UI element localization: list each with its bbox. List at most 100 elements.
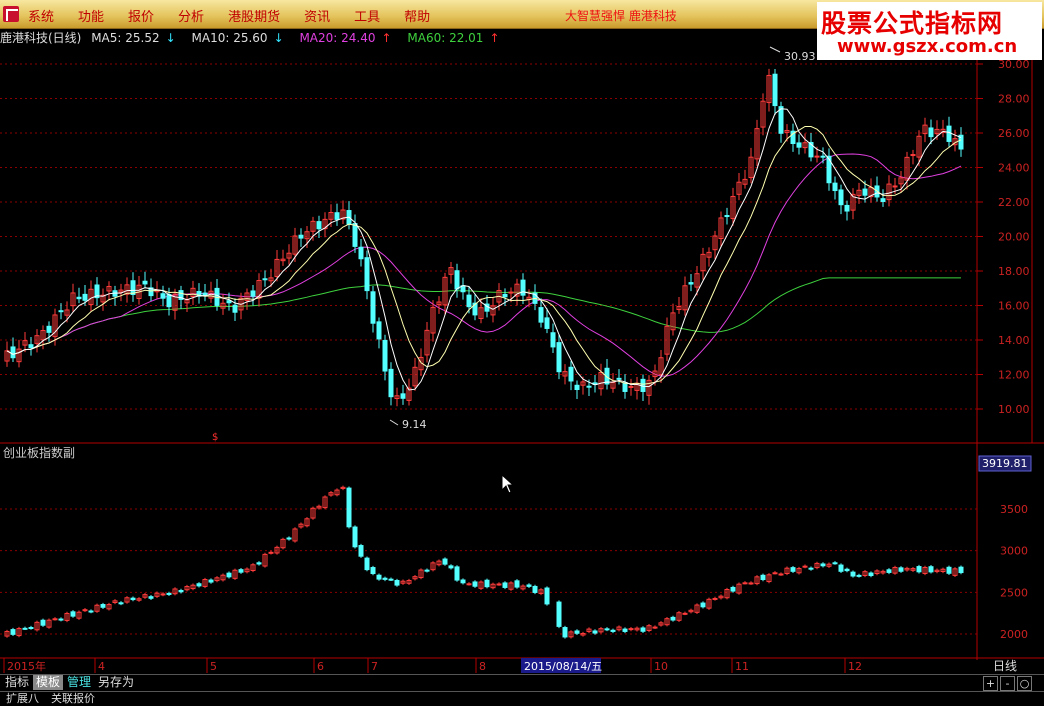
indicator-button[interactable]: 指标 bbox=[2, 675, 32, 690]
index-candle bbox=[844, 568, 850, 572]
bottom-toolbar bbox=[0, 674, 1044, 691]
index-candle bbox=[424, 569, 430, 572]
index-candle bbox=[460, 579, 466, 584]
banner-url: www.gszx.com.cn bbox=[837, 36, 1018, 57]
index-candle bbox=[562, 627, 568, 638]
index-candle bbox=[946, 566, 952, 574]
price-candle bbox=[166, 294, 172, 308]
index-candle bbox=[760, 574, 766, 581]
tab-related-quote[interactable]: 关联报价 bbox=[48, 691, 98, 706]
price-candle bbox=[946, 125, 952, 142]
time-axis-tick: 10 bbox=[654, 660, 668, 673]
index-candle bbox=[820, 563, 826, 567]
time-axis-tick: 7 bbox=[371, 660, 378, 673]
price-candle bbox=[724, 215, 730, 218]
template-button[interactable]: 模板 bbox=[33, 675, 64, 690]
index-candle bbox=[118, 602, 124, 605]
price-candle bbox=[820, 155, 826, 158]
price-axis-tick: 22.00 bbox=[998, 196, 1030, 209]
index-candle bbox=[382, 577, 388, 580]
index-candle bbox=[544, 587, 550, 605]
zoom-in-button[interactable]: + bbox=[983, 676, 998, 691]
price-candle bbox=[862, 188, 868, 196]
price-candle bbox=[586, 385, 592, 388]
ma20-line bbox=[6, 153, 962, 377]
price-candle bbox=[226, 300, 232, 304]
index-candle bbox=[928, 566, 934, 573]
index-candle bbox=[226, 572, 232, 578]
index-candle bbox=[640, 627, 646, 632]
price-candle bbox=[316, 221, 322, 230]
price-candle bbox=[796, 142, 802, 148]
watermark-banner: 股票公式指标网 www.gszx.com.cn bbox=[817, 2, 1042, 60]
price-candle bbox=[76, 296, 82, 300]
price-axis-tick: 16.00 bbox=[998, 300, 1030, 313]
manage-button[interactable]: 管理 bbox=[64, 675, 94, 690]
index-candle bbox=[514, 580, 520, 588]
index-candle bbox=[496, 583, 502, 586]
price-candle bbox=[388, 368, 394, 398]
index-candle bbox=[838, 564, 844, 572]
index-candle bbox=[40, 619, 46, 626]
index-candle bbox=[82, 609, 88, 612]
price-candle bbox=[232, 304, 238, 313]
reset-button[interactable]: ○ bbox=[1017, 676, 1032, 691]
price-candle bbox=[568, 366, 574, 382]
price-candle bbox=[10, 346, 16, 359]
index-candle bbox=[196, 583, 202, 587]
index-candle bbox=[376, 574, 382, 580]
price-axis-tick: 24.00 bbox=[998, 162, 1030, 175]
index-candle bbox=[346, 487, 352, 528]
price-candle bbox=[892, 185, 898, 188]
price-candle bbox=[574, 384, 580, 390]
sub-chart-title: 创业板指数副 bbox=[3, 446, 76, 460]
price-candle bbox=[28, 344, 34, 349]
dividend-marker-icon: $ bbox=[212, 432, 218, 443]
price-candle bbox=[262, 278, 268, 281]
index-candle bbox=[622, 628, 628, 632]
index-candle bbox=[526, 584, 532, 587]
index-candle bbox=[502, 582, 508, 588]
price-candle bbox=[298, 234, 304, 239]
price-candle bbox=[400, 393, 406, 399]
tab-extend[interactable]: 扩展八 bbox=[3, 691, 42, 706]
index-candle bbox=[748, 582, 754, 585]
index-candle bbox=[352, 526, 358, 548]
index-candle bbox=[70, 611, 76, 617]
price-candle bbox=[502, 293, 508, 298]
index-axis-tick: 2000 bbox=[1000, 628, 1028, 641]
banner-title: 股票公式指标网 bbox=[821, 9, 1004, 38]
index-candle bbox=[10, 629, 16, 635]
index-candle bbox=[856, 574, 862, 577]
time-axis-tick: 12 bbox=[848, 660, 862, 673]
index-candle bbox=[682, 612, 688, 615]
index-candle bbox=[790, 567, 796, 572]
time-axis-tick: 8 bbox=[479, 660, 486, 673]
index-axis-tick: 3500 bbox=[1000, 503, 1028, 516]
price-candle bbox=[910, 154, 916, 157]
zoom-out-button[interactable]: - bbox=[1000, 676, 1015, 691]
index-candle bbox=[448, 565, 454, 569]
index-candle bbox=[364, 557, 370, 571]
period-label[interactable]: 日线 bbox=[993, 659, 1017, 673]
index-candle bbox=[160, 593, 166, 596]
index-candle bbox=[808, 567, 814, 570]
price-candle bbox=[544, 317, 550, 329]
price-candle bbox=[58, 310, 64, 313]
save-as-button[interactable]: 另存为 bbox=[95, 675, 137, 690]
index-candle bbox=[772, 572, 778, 575]
index-candle bbox=[670, 616, 676, 621]
price-candle bbox=[334, 212, 340, 220]
index-candle bbox=[574, 630, 580, 634]
index-candle bbox=[886, 569, 892, 573]
index-candle bbox=[178, 589, 184, 593]
index-candle bbox=[28, 627, 34, 630]
candlestick-chart[interactable]: 30.0028.0026.0024.0022.0020.0018.0016.00… bbox=[0, 0, 1044, 705]
price-axis-tick: 10.00 bbox=[998, 403, 1030, 416]
index-candle bbox=[898, 567, 904, 572]
index-candle bbox=[868, 572, 874, 577]
price-candle bbox=[688, 282, 694, 285]
index-candle bbox=[286, 537, 292, 540]
index-axis-tick: 2500 bbox=[1000, 586, 1028, 599]
price-candle bbox=[370, 291, 376, 324]
